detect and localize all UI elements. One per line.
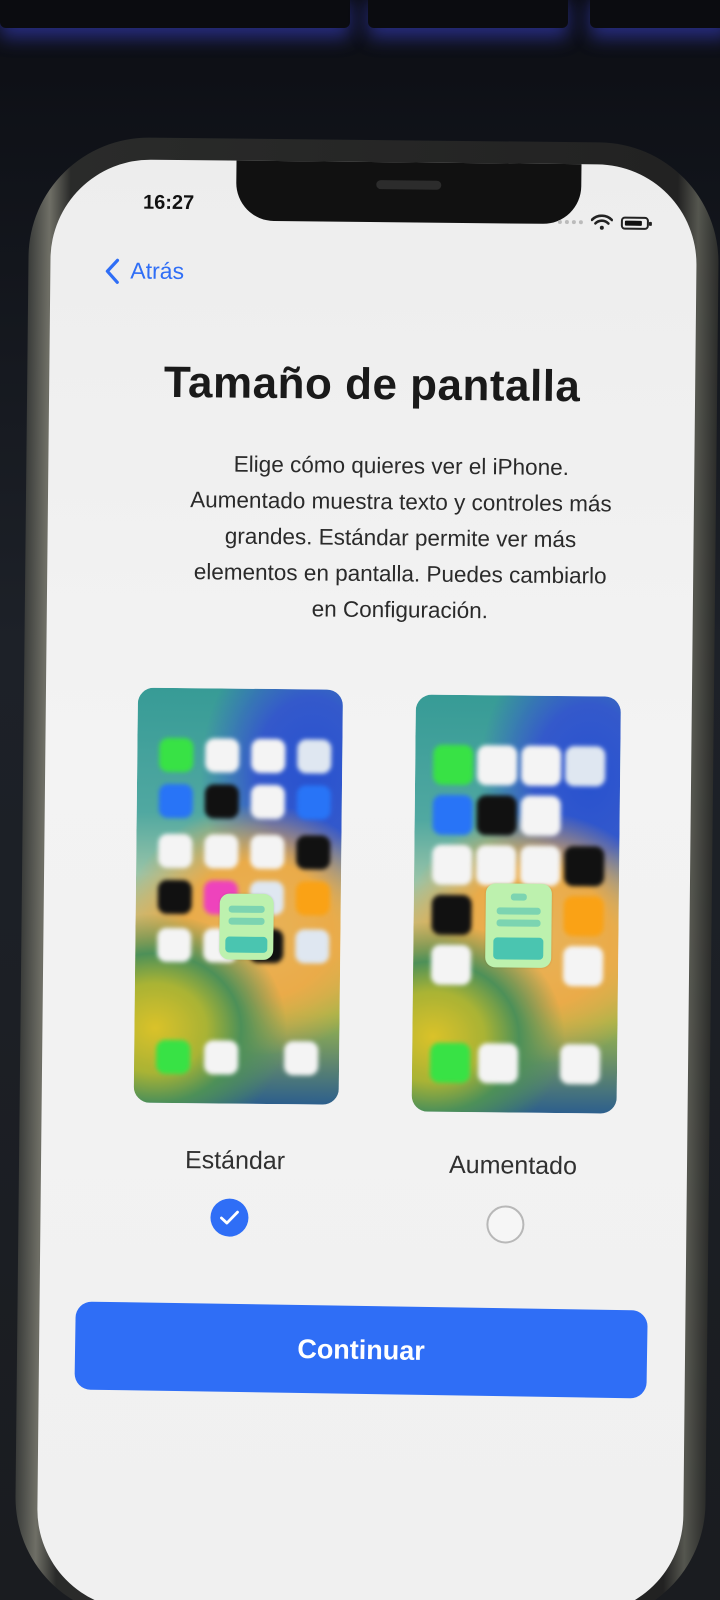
- app-icon: [205, 738, 240, 773]
- display-zoom-widget: [219, 893, 274, 961]
- app-icon: [296, 835, 331, 870]
- keyboard-key: [590, 0, 720, 28]
- app-icon: [564, 746, 606, 787]
- status-time: 16:27: [142, 191, 195, 215]
- app-icon: [431, 844, 473, 886]
- app-icon: [204, 834, 239, 869]
- app-icon: [429, 1042, 471, 1084]
- zoomed-radio-button[interactable]: [486, 1205, 525, 1244]
- status-indicators: [557, 214, 649, 231]
- app-icon: [563, 896, 604, 937]
- description-line: Elige cómo quieres ver el iPhone.: [233, 451, 570, 481]
- description: Elige cómo quieres ver el iPhone. Aument…: [117, 445, 685, 631]
- app-icon: [283, 1041, 319, 1076]
- app-icon: [431, 894, 472, 936]
- app-icon: [155, 1039, 191, 1075]
- back-button[interactable]: Atrás: [104, 257, 184, 285]
- app-icon: [204, 784, 239, 819]
- app-icon: [520, 795, 561, 837]
- app-icon: [519, 845, 561, 887]
- app-icon: [433, 744, 474, 786]
- app-icon: [297, 739, 332, 774]
- phone-screen: 16:27 Atrás Tamaño de pantalla Elige cóm…: [36, 158, 698, 1600]
- app-icon: [250, 834, 285, 870]
- zoomed-preview-image[interactable]: [411, 694, 621, 1114]
- description-line: grandes. Estándar permite ver más: [224, 523, 577, 553]
- app-icon: [157, 879, 192, 915]
- option-label-zoomed[interactable]: Aumentado: [393, 1150, 633, 1182]
- app-icon: [430, 944, 472, 986]
- app-icon: [477, 1043, 519, 1084]
- app-icon: [203, 1040, 239, 1075]
- checkmark-icon: [220, 1210, 239, 1225]
- app-icon: [157, 927, 192, 963]
- app-icon: [158, 783, 193, 819]
- keyboard-key: [0, 0, 350, 28]
- description-line: Aumentado muestra texto y controles más: [190, 487, 612, 517]
- app-icon: [475, 845, 517, 886]
- wifi-icon: [590, 214, 613, 230]
- app-icon: [295, 929, 330, 964]
- app-icon: [562, 946, 604, 987]
- standard-radio-button[interactable]: [210, 1198, 249, 1237]
- battery-icon: [620, 216, 649, 230]
- photo-scene: 16:27 Atrás Tamaño de pantalla Elige cóm…: [0, 0, 720, 1600]
- keyboard-key: [368, 0, 568, 28]
- notch: [235, 158, 582, 225]
- app-icon: [476, 745, 518, 786]
- earpiece-speaker: [376, 180, 442, 190]
- cellular-signal-icon: [557, 219, 583, 225]
- app-icon: [476, 795, 517, 836]
- standard-preview-image[interactable]: [133, 687, 343, 1105]
- app-icon: [159, 737, 194, 773]
- app-icon: [295, 881, 330, 916]
- app-icon: [158, 833, 193, 869]
- app-icon: [559, 1044, 601, 1085]
- app-icon: [296, 785, 331, 820]
- back-label: Atrás: [130, 257, 185, 285]
- app-icon: [520, 745, 562, 787]
- app-icon: [250, 784, 285, 820]
- display-zoom-widget: [485, 883, 552, 968]
- continue-button[interactable]: Continuar: [74, 1301, 648, 1399]
- app-icon: [563, 846, 605, 887]
- app-icon: [432, 794, 473, 836]
- description-line: en Configuración.: [311, 596, 489, 624]
- chevron-left-icon: [105, 258, 120, 284]
- iphone-frame: 16:27 Atrás Tamaño de pantalla Elige cóm…: [14, 136, 720, 1600]
- page-title: Tamaño de pantalla: [163, 357, 581, 412]
- app-icon: [251, 738, 286, 774]
- description-line: elementos en pantalla. Puedes cambiarlo: [193, 559, 607, 589]
- option-label-standard[interactable]: Estándar: [115, 1145, 355, 1177]
